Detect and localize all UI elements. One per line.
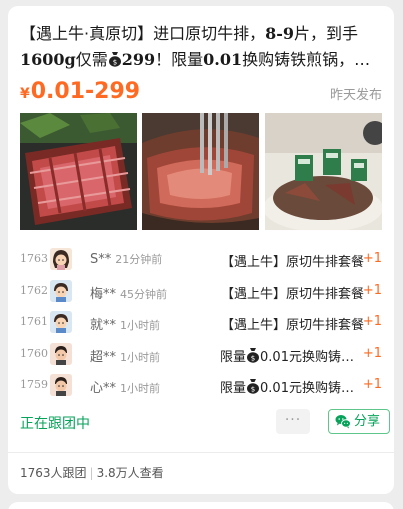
- more-icon: ···: [284, 412, 302, 428]
- feed-qty: +1: [362, 377, 382, 392]
- steak-packages-photo[interactable]: [265, 113, 382, 230]
- feed-row: 1762 梅** 45分钟前 【遇上牛】原切牛排套餐 +1: [20, 278, 382, 310]
- feed-qty: +1: [362, 314, 382, 329]
- avatar: [50, 374, 72, 396]
- title-promo-price: 0.01: [203, 50, 243, 69]
- feed-row: 1763 S** 21分钟前 【遇上牛】原切牛排套餐 +1: [20, 246, 382, 278]
- title-price: 299: [121, 50, 156, 69]
- product-title[interactable]: 【遇上牛·真原切】进口原切牛排，8-9片，到手 1600g仅需 $299！限量0.0…: [20, 21, 382, 73]
- title-mid1: 片，到手: [294, 24, 359, 43]
- svg-text:$: $: [251, 354, 255, 362]
- follow-status: 正在跟团中: [20, 416, 90, 432]
- feed-item: 限量 $0.01元换购铸铁煎锅: [220, 346, 364, 365]
- feed-row: 1761 就** 1小时前 【遇上牛】原切牛排套餐 +1: [20, 309, 382, 341]
- feed-time: 21分钟前: [115, 253, 163, 266]
- feed-user: 就** 1小时前: [90, 314, 160, 333]
- share-label: 分享: [354, 414, 381, 429]
- steak-fork-photo[interactable]: [142, 113, 259, 230]
- feed-user-name: S**: [90, 252, 112, 267]
- share-button[interactable]: 分享: [328, 409, 390, 434]
- join-feed: 1763 S** 21分钟前 【遇上牛】原切牛排套餐 +1 1762 梅** 45分…: [20, 246, 382, 404]
- feed-qty: +1: [362, 282, 382, 298]
- feed-item-name: 0.01元换购铸铁煎锅: [260, 349, 364, 365]
- price-row: ¥0.01-299 昨天发布: [20, 78, 382, 106]
- price: ¥0.01-299: [20, 78, 140, 108]
- feed-seq: 1760: [20, 346, 48, 360]
- money-bag-icon: $: [247, 347, 260, 363]
- joined-count: 1763人跟团: [20, 466, 87, 480]
- money-bag-icon: $: [108, 52, 121, 67]
- title-mid3: ！限量: [155, 50, 204, 69]
- feed-seq: 1762: [20, 283, 48, 297]
- avatar: [50, 279, 72, 302]
- steak-slices-photo[interactable]: [20, 113, 137, 230]
- group-buy-card[interactable]: 【遇上牛·真原切】进口原切牛排，8-9片，到手1600g仅需 $299！限量0.0…: [8, 6, 394, 494]
- title-weight: 1600g: [20, 50, 76, 69]
- feed-user: 心** 1小时前: [90, 377, 160, 396]
- feed-user: S** 21分钟前: [90, 251, 162, 267]
- feed-item: 【遇上牛】原切牛排套餐: [220, 255, 364, 270]
- feed-item-pre: 限量: [220, 349, 247, 365]
- title-mid2: 仅需: [75, 50, 108, 69]
- feed-row: 1759 心**1小时前 限量 $0.01元换购铸铁煎锅 +1: [20, 372, 382, 404]
- feed-seq: 1763: [20, 252, 48, 265]
- title-prefix: 【遇上牛·真原切】进口原切牛排，: [20, 24, 266, 43]
- feed-time: 45分钟前: [120, 287, 168, 301]
- photo-gallery: [20, 113, 382, 230]
- feed-item-pre: 限量: [220, 381, 247, 396]
- title-suffix: 换购铸铁煎锅，…: [242, 50, 371, 69]
- divider: [8, 452, 394, 453]
- wechat-icon: [335, 415, 351, 429]
- stats-line: 1763人跟团 | 3.8万人查看: [20, 464, 164, 481]
- title-pieces: 8-9: [265, 24, 294, 43]
- money-bag-icon: $: [247, 379, 260, 394]
- feed-user: 超** 1小时前: [90, 346, 160, 365]
- feed-time: 1小时前: [120, 319, 161, 332]
- feed-seq: 1761: [20, 315, 48, 328]
- svg-text:$: $: [251, 386, 255, 394]
- next-card: [8, 502, 394, 509]
- feed-row: 1760 超**1小时前 限量 $0.01元换购铸铁煎锅 +1: [20, 341, 382, 373]
- avatar: [50, 342, 72, 365]
- feed-qty: +1: [362, 345, 382, 361]
- feed-user: 梅** 45分钟前: [90, 283, 167, 302]
- feed-item: 限量 $0.01元换购铸铁煎锅: [220, 377, 364, 396]
- avatar: [50, 311, 72, 333]
- price-range: 0.01-299: [30, 79, 141, 104]
- posted-time: 昨天发布: [329, 88, 382, 103]
- feed-time: 1小时前: [120, 350, 161, 364]
- feed-time: 1小时前: [120, 382, 161, 395]
- svg-text:$: $: [113, 59, 117, 67]
- feed-user-name: 心**: [90, 381, 117, 396]
- feed-item: 【遇上牛】原切牛排套餐: [220, 318, 364, 333]
- more-button[interactable]: ···: [276, 409, 310, 434]
- feed-qty: +1: [362, 251, 382, 266]
- feed-user-name: 超**: [90, 349, 117, 365]
- feed-seq: 1759: [20, 378, 48, 391]
- stats-separator: |: [89, 466, 94, 480]
- view-count: 3.8万人查看: [96, 466, 164, 480]
- feed-item: 【遇上牛】原切牛排套餐: [220, 286, 364, 302]
- feed-user-name: 就**: [90, 318, 117, 333]
- price-symbol: ¥: [20, 86, 30, 102]
- avatar: [50, 248, 72, 270]
- feed-user-name: 梅**: [90, 286, 117, 302]
- feed-item-name: 0.01元换购铸铁煎锅: [260, 381, 364, 396]
